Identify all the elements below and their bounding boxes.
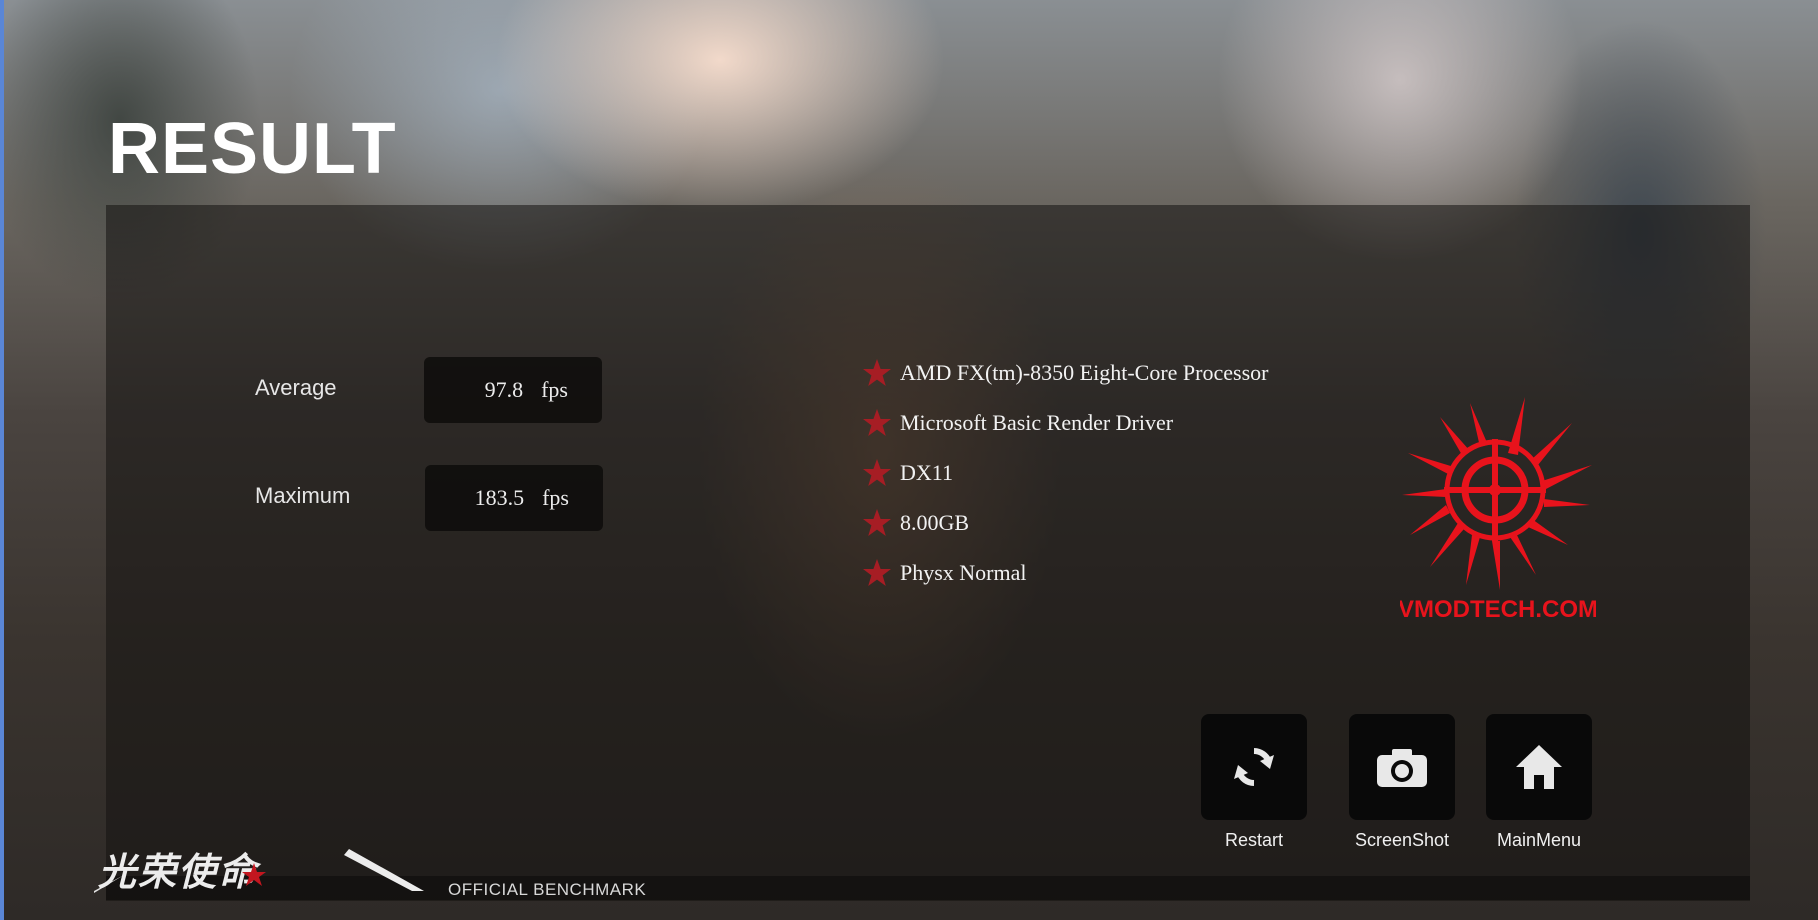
spec-row-memory: 8.00GB <box>862 506 969 540</box>
mainmenu-tile[interactable] <box>1486 714 1592 820</box>
star-icon <box>863 409 891 436</box>
spec-row-api: DX11 <box>862 456 953 490</box>
maximum-unit: fps <box>542 485 569 510</box>
official-benchmark-label: OFFICIAL BENCHMARK <box>448 880 647 899</box>
restart-button[interactable]: Restart <box>1200 714 1308 851</box>
spec-row-cpu: AMD FX(tm)-8350 Eight-Core Processor <box>862 356 1268 390</box>
average-value-box: 97.8 fps <box>424 357 602 423</box>
screenshot-tile[interactable] <box>1349 714 1455 820</box>
star-icon <box>863 559 891 586</box>
average-label: Average <box>255 375 337 400</box>
average-unit: fps <box>541 377 568 402</box>
spec-memory: 8.00GB <box>900 510 970 535</box>
spec-gpu: Microsoft Basic Render Driver <box>900 410 1174 435</box>
spec-cpu: AMD FX(tm)-8350 Eight-Core Processor <box>900 360 1269 385</box>
restart-tile[interactable] <box>1201 714 1307 820</box>
maximum-label: Maximum <box>255 483 351 508</box>
star-icon <box>863 359 891 386</box>
spec-physx: Physx Normal <box>900 560 1027 585</box>
game-brand-logo: 光荣使命 <box>94 849 424 894</box>
watermark-text: VMODTECH.COM <box>1400 596 1596 620</box>
restart-label: Restart <box>1224 830 1284 850</box>
window-edge <box>0 0 4 920</box>
star-icon <box>863 459 891 486</box>
mainmenu-label: MainMenu <box>1496 830 1582 850</box>
refresh-icon <box>1234 748 1274 786</box>
home-icon <box>1516 745 1562 789</box>
spec-row-physx: Physx Normal <box>862 556 1027 590</box>
screenshot-button[interactable]: ScreenShot <box>1348 714 1456 851</box>
camera-icon <box>1377 749 1427 787</box>
brand-text: 光荣使命 <box>98 850 262 894</box>
maximum-value: 183.5 <box>474 485 525 510</box>
average-value: 97.8 <box>484 377 524 402</box>
spec-row-gpu: Microsoft Basic Render Driver <box>862 406 1173 440</box>
maximum-value-box: 183.5 fps <box>425 465 603 531</box>
vmodtech-logo: VMODTECH.COM <box>1400 397 1596 620</box>
mainmenu-button[interactable]: MainMenu <box>1485 714 1593 851</box>
page-title: RESULT <box>108 109 397 189</box>
screenshot-label: ScreenShot <box>1354 830 1450 850</box>
spec-directx: DX11 <box>900 460 953 485</box>
star-icon <box>863 509 891 536</box>
